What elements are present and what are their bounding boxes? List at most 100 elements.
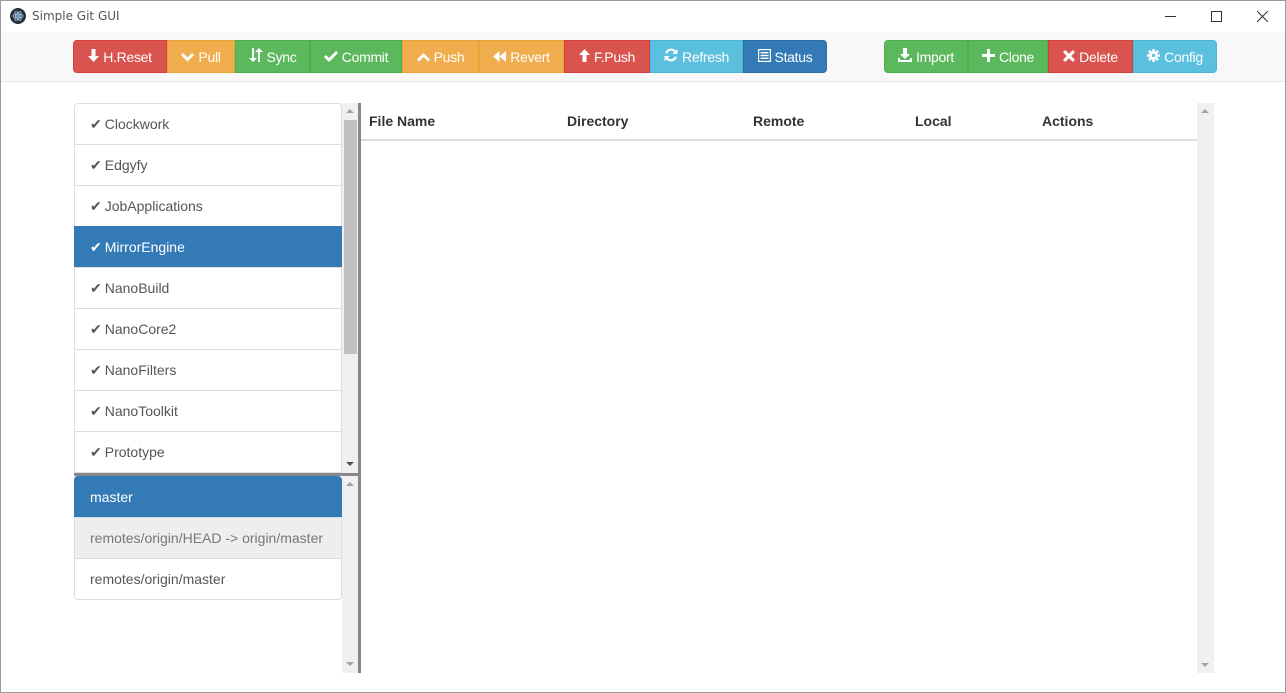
app-window: Simple Git GUI H.Reset Pull Sync Commit … — [0, 0, 1286, 693]
scroll-down-arrow-icon[interactable] — [1201, 663, 1209, 667]
delete-label: Delete — [1079, 48, 1118, 65]
gear-icon — [1147, 48, 1161, 65]
arrow-up-icon — [579, 48, 590, 65]
vertical-split-handle[interactable] — [358, 103, 361, 673]
repo-name: MirrorEngine — [104, 239, 185, 255]
branch-name: remotes/origin/HEAD -> origin/master — [90, 530, 324, 546]
repo-name: NanoToolkit — [104, 403, 178, 419]
repository-list: ✔ Clockwork ✔ Edgyfy ✔ JobApplications ✔ Mir… — [74, 103, 342, 473]
minimize-icon — [1164, 16, 1176, 17]
branch-name: master — [90, 489, 133, 505]
branch-list: master remotes/origin/HEAD -> origin/mas… — [74, 476, 342, 600]
branch-item-master[interactable]: master — [74, 476, 342, 518]
check-icon: ✔ — [90, 444, 102, 460]
pull-button[interactable]: Pull — [167, 40, 235, 73]
clone-label: Clone — [998, 48, 1035, 65]
list-alt-icon — [757, 48, 771, 65]
repo-name: JobApplications — [104, 198, 203, 214]
repo-name: Prototype — [104, 444, 165, 460]
commit-button[interactable]: Commit — [310, 40, 402, 73]
repo-item-nanofilters[interactable]: ✔ NanoFilters — [74, 349, 342, 391]
minimize-button[interactable] — [1147, 1, 1193, 32]
config-button[interactable]: Config — [1133, 40, 1217, 73]
window-title: Simple Git GUI — [32, 9, 120, 23]
maximize-icon — [1210, 11, 1222, 22]
check-icon: ✔ — [90, 239, 102, 255]
repo-item-mirrorengine[interactable]: ✔ MirrorEngine — [74, 226, 342, 268]
import-button[interactable]: Import — [884, 40, 968, 73]
clone-button[interactable]: Clone — [968, 40, 1048, 73]
scroll-up-arrow-icon[interactable] — [1201, 109, 1209, 113]
chevron-down-icon — [181, 49, 195, 65]
repo-item-nanobuild[interactable]: ✔ NanoBuild — [74, 267, 342, 309]
check-icon — [323, 49, 338, 65]
hard-reset-button[interactable]: H.Reset — [73, 40, 167, 73]
repo-list-scrollbar[interactable] — [342, 103, 359, 473]
column-header-directory[interactable]: Directory — [567, 113, 628, 129]
scroll-up-arrow-icon[interactable] — [346, 482, 354, 486]
remove-icon — [1063, 49, 1076, 65]
check-icon: ✔ — [90, 403, 102, 419]
repo-item-nanotoolkit[interactable]: ✔ NanoToolkit — [74, 390, 342, 432]
refresh-button[interactable]: Refresh — [650, 40, 743, 73]
branch-item-origin-master[interactable]: remotes/origin/master — [74, 558, 342, 600]
status-label: Status — [774, 48, 813, 65]
check-icon: ✔ — [90, 362, 102, 378]
commit-label: Commit — [341, 48, 389, 65]
sync-label: Sync — [266, 48, 297, 65]
refresh-label: Refresh — [682, 48, 729, 65]
scroll-thumb[interactable] — [344, 120, 357, 354]
scroll-down-arrow-icon[interactable] — [346, 462, 354, 466]
repo-item-prototype[interactable]: ✔ Prototype — [74, 431, 342, 473]
revert-button[interactable]: Revert — [479, 40, 564, 73]
chevron-up-icon — [416, 49, 430, 65]
repo-name: NanoFilters — [104, 362, 177, 378]
column-header-file-name[interactable]: File Name — [369, 113, 435, 129]
branch-item-origin-head[interactable]: remotes/origin/HEAD -> origin/master — [74, 517, 342, 559]
delete-button[interactable]: Delete — [1048, 40, 1133, 73]
file-table-scrollbar[interactable] — [1197, 103, 1214, 673]
revert-label: Revert — [510, 48, 550, 65]
scroll-up-arrow-icon[interactable] — [346, 109, 354, 113]
repo-name: NanoBuild — [104, 280, 170, 296]
close-button[interactable] — [1239, 1, 1285, 32]
scroll-down-arrow-icon[interactable] — [346, 662, 354, 666]
close-icon — [1256, 11, 1268, 22]
backward-icon — [493, 49, 507, 65]
refresh-icon — [664, 48, 678, 65]
sort-icon — [248, 48, 263, 65]
column-header-actions[interactable]: Actions — [1042, 113, 1093, 129]
check-icon: ✔ — [90, 321, 102, 337]
branch-name: remotes/origin/master — [90, 571, 226, 587]
check-icon: ✔ — [90, 280, 102, 296]
toolbar: H.Reset Pull Sync Commit Push Revert F.P… — [1, 32, 1285, 82]
push-label: Push — [433, 48, 465, 65]
check-icon: ✔ — [90, 157, 102, 173]
download-icon — [898, 48, 913, 65]
repo-name: NanoCore2 — [104, 321, 177, 337]
import-label: Import — [916, 48, 954, 65]
plus-icon — [981, 48, 995, 65]
repo-item-edgyfy[interactable]: ✔ Edgyfy — [74, 144, 342, 186]
branch-list-scrollbar[interactable] — [342, 476, 359, 673]
repo-item-jobapplications[interactable]: ✔ JobApplications — [74, 185, 342, 227]
repo-name: Edgyfy — [104, 157, 148, 173]
maximize-button[interactable] — [1193, 1, 1239, 32]
title-bar: Simple Git GUI — [1, 1, 1285, 32]
force-push-label: F.Push — [594, 48, 635, 65]
repo-item-clockwork[interactable]: ✔ Clockwork — [74, 103, 342, 145]
column-header-local[interactable]: Local — [915, 113, 952, 129]
force-push-button[interactable]: F.Push — [564, 40, 650, 73]
push-button[interactable]: Push — [402, 40, 479, 73]
config-label: Config — [1164, 48, 1203, 65]
check-icon: ✔ — [90, 116, 102, 132]
column-header-remote[interactable]: Remote — [753, 113, 804, 129]
repo-item-nanocore2[interactable]: ✔ NanoCore2 — [74, 308, 342, 350]
arrow-down-icon — [88, 48, 100, 65]
table-header-divider — [361, 139, 1197, 141]
pull-label: Pull — [198, 48, 221, 65]
hard-reset-label: H.Reset — [103, 48, 152, 65]
status-button[interactable]: Status — [743, 40, 827, 73]
sync-button[interactable]: Sync — [235, 40, 310, 73]
repo-name: Clockwork — [104, 116, 170, 132]
